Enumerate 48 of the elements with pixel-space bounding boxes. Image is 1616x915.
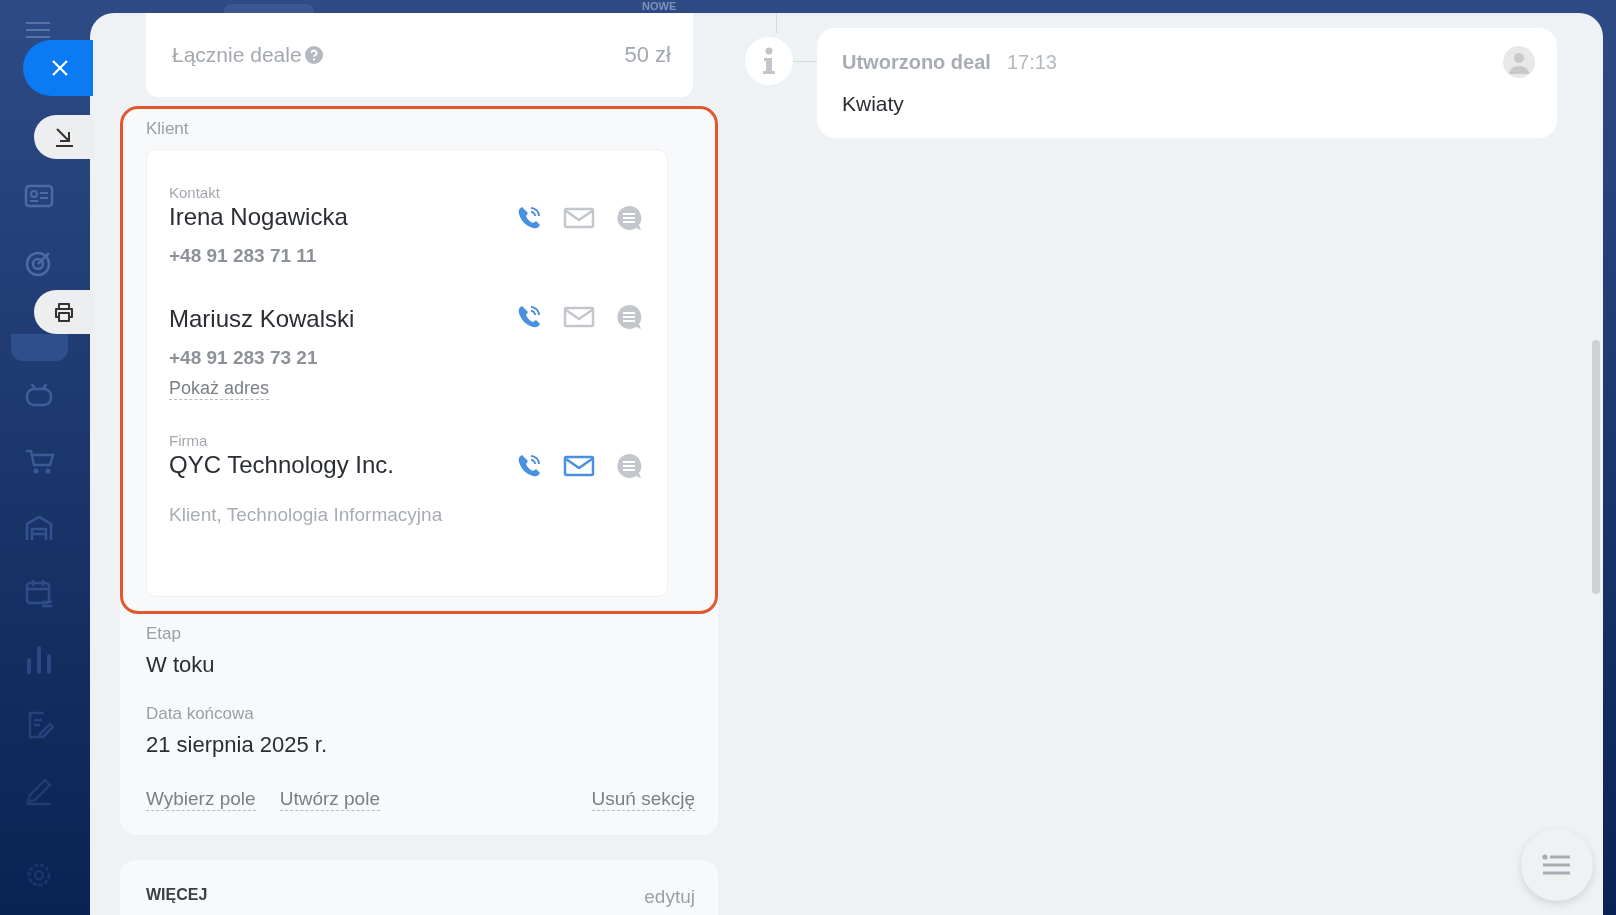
field-action-link[interactable]: Wybierz pole: [146, 788, 256, 811]
contact-caption: Firma: [169, 432, 208, 449]
list-icon: [1542, 854, 1572, 876]
printer-icon: [53, 301, 75, 323]
menu-icon[interactable]: [24, 20, 52, 40]
field-value: W toku: [146, 652, 216, 678]
event-time: 17:13: [1006, 50, 1057, 74]
email-icon[interactable]: [563, 206, 595, 230]
chat-icon[interactable]: [615, 452, 643, 480]
pencil-icon[interactable]: [24, 776, 54, 806]
field-label: Data końcowa: [146, 704, 255, 724]
field-label: Etap: [146, 624, 182, 644]
phone-number[interactable]: +48 91 283 71 11: [169, 245, 317, 267]
close-icon: [50, 58, 70, 78]
contact-name[interactable]: Irena Nogawicka: [169, 201, 348, 233]
chat-icon[interactable]: [615, 303, 643, 331]
edit-link[interactable]: edytuj: [644, 886, 695, 908]
client-title: Klient: [146, 119, 190, 139]
field-action-link[interactable]: Utwórz pole: [279, 788, 380, 811]
show-address-link[interactable]: Pokaż adres: [169, 377, 270, 400]
field-value: 21 sierpnia 2025 r.: [146, 732, 329, 758]
contact-name[interactable]: Mariusz Kowalski: [169, 303, 355, 335]
phone-number[interactable]: +48 91 283 73 21: [169, 347, 318, 369]
event-text: Kwiaty: [842, 92, 905, 116]
total-deals-label: Łącznie deale: [172, 43, 302, 67]
avatar-icon[interactable]: [1503, 46, 1535, 78]
email-icon[interactable]: [563, 305, 595, 329]
close-button[interactable]: [23, 40, 93, 96]
scrollbar[interactable]: [1592, 340, 1600, 594]
arrow-down-right-icon: [53, 126, 75, 148]
total-deals-value: 50 zł: [624, 42, 671, 68]
contact-name[interactable]: QYC Technology Inc.: [169, 449, 394, 481]
list-menu-button[interactable]: [1521, 829, 1593, 901]
warehouse-icon[interactable]: [24, 513, 54, 543]
remove-section-link[interactable]: Usuń sekcję: [591, 788, 695, 811]
calendar-icon[interactable]: [24, 578, 54, 608]
bar-chart-icon[interactable]: [24, 644, 54, 674]
contact-caption: Kontakt: [169, 184, 220, 201]
email-icon[interactable]: [563, 454, 595, 478]
more-title: WIĘCEJ: [146, 886, 208, 904]
help-icon[interactable]: [304, 46, 323, 64]
print-button[interactable]: [34, 290, 94, 334]
minimize-button[interactable]: [34, 115, 94, 159]
chat-icon[interactable]: [615, 204, 643, 232]
new-label: NOWE: [642, 0, 677, 13]
event-title: Utworzono deal: [842, 50, 991, 74]
info-icon: [745, 37, 793, 85]
company-details: Klient, Technologia Informacyjna: [169, 504, 443, 526]
